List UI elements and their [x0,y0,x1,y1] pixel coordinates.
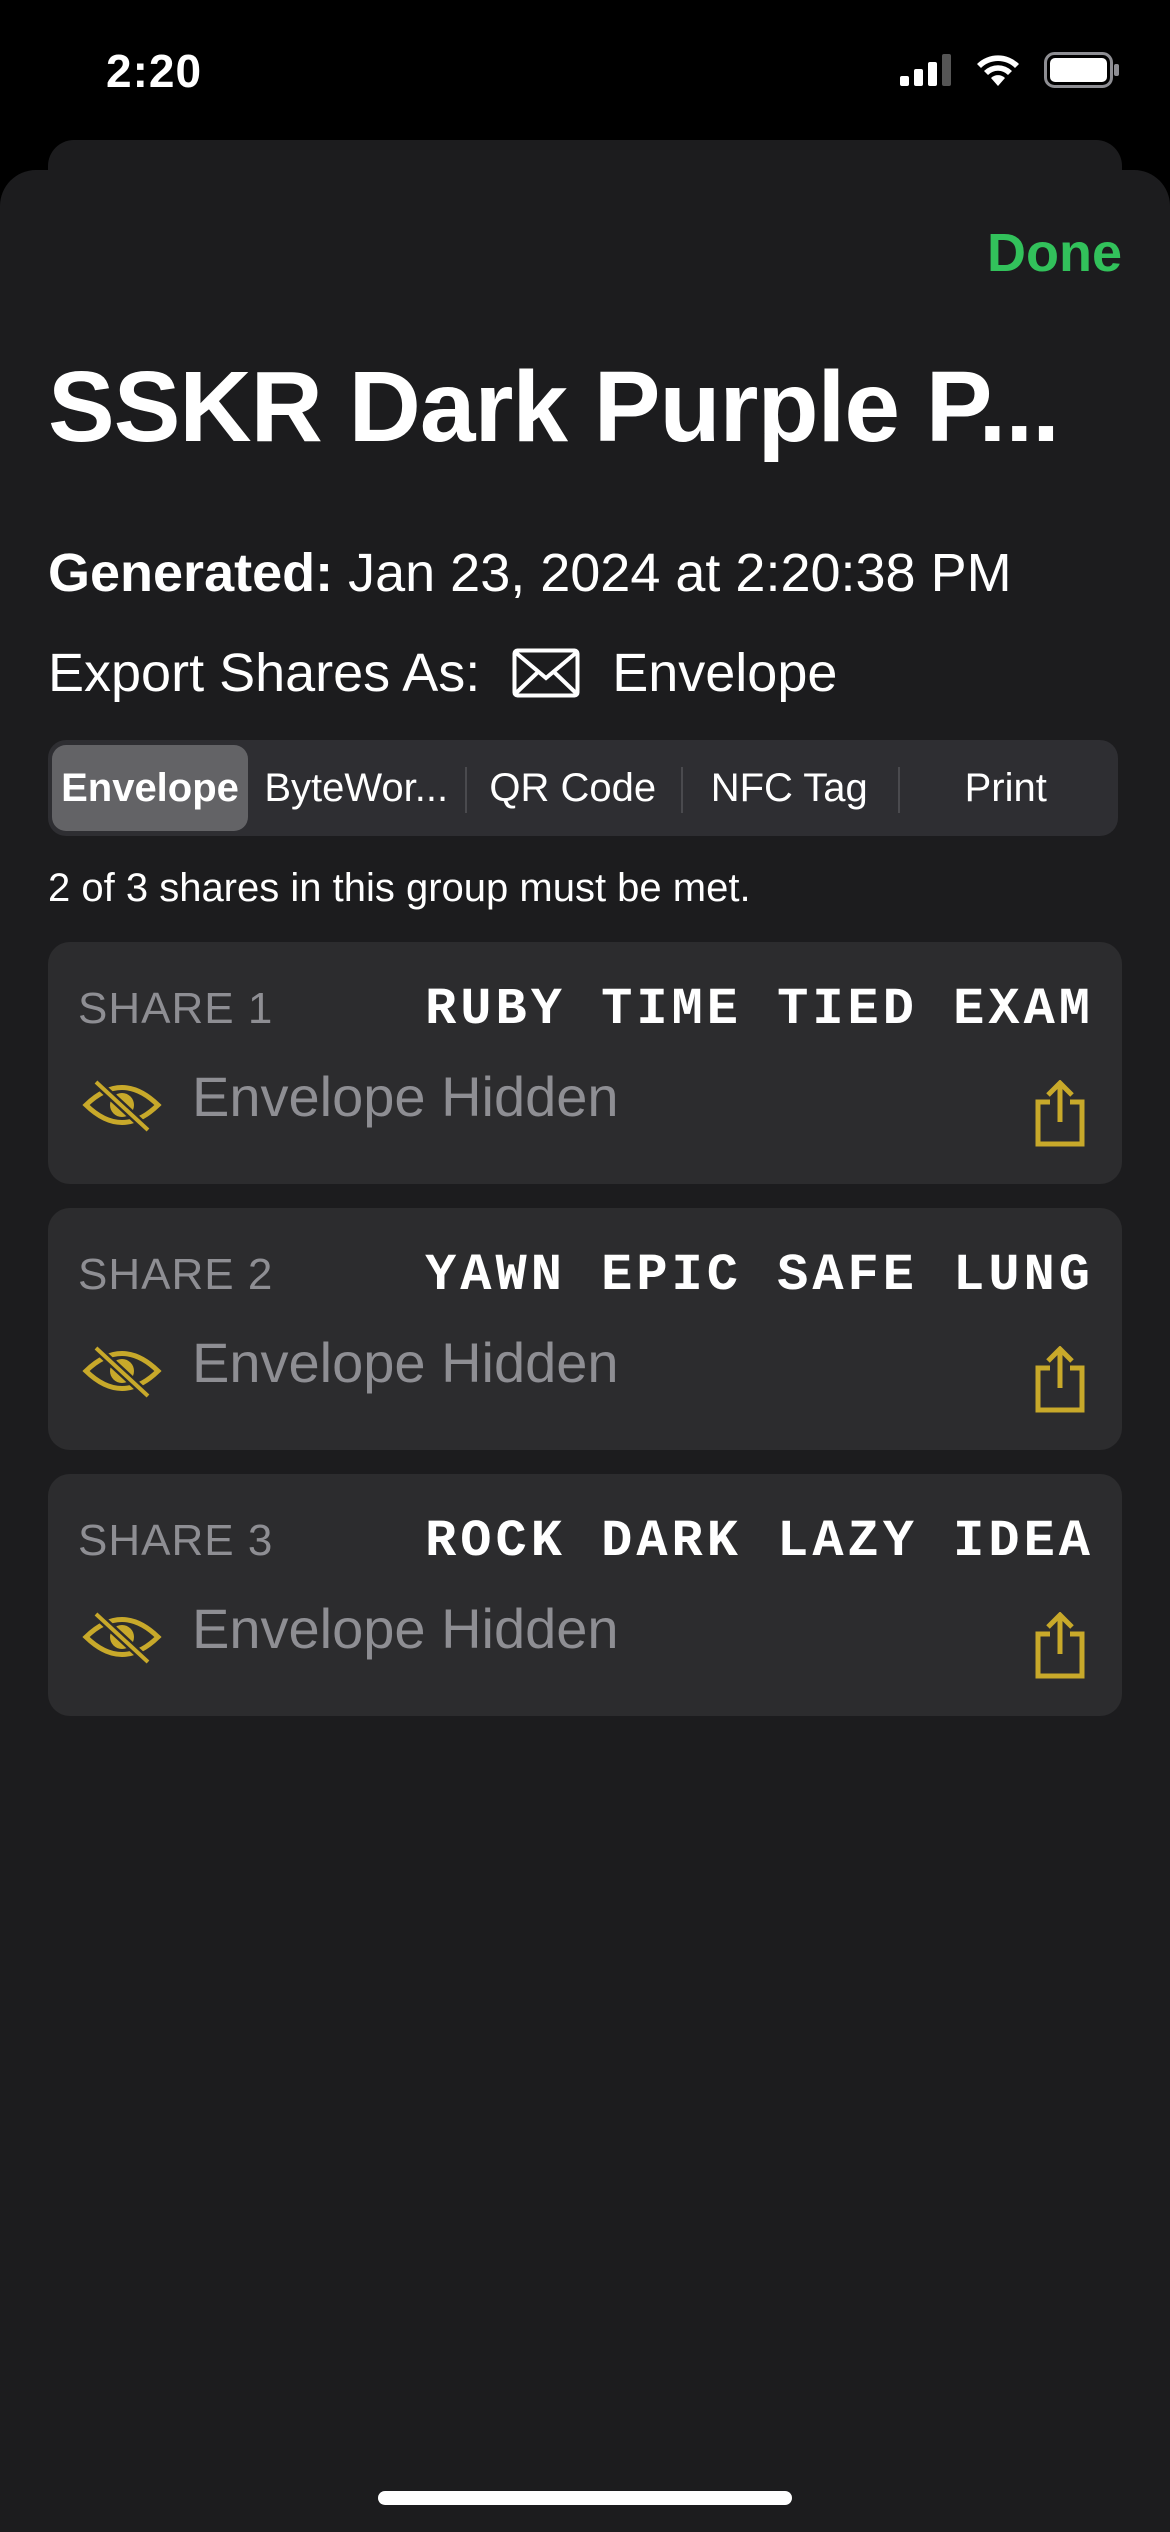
share-card-1: SHARE 1 RUBY TIME TIED EXAM Envelope Hid… [48,942,1122,1184]
wifi-icon [977,55,1019,86]
generated-row: Generated: Jan 23, 2024 at 2:20:38 PM [48,542,1012,604]
battery-icon [1044,52,1119,88]
share-icon[interactable] [1032,1080,1088,1148]
page-title: SSKR Dark Purple P... [48,351,1060,463]
segment-bytewords[interactable]: ByteWor... [248,745,465,831]
status-bar: 2:20 [0,0,1170,150]
home-indicator[interactable] [378,2491,792,2505]
segment-qr-code[interactable]: QR Code [464,745,682,831]
done-button[interactable]: Done [987,222,1122,284]
format-segmented-control[interactable]: Envelope ByteWor... QR Code NFC Tag Prin… [48,740,1118,836]
segment-print[interactable]: Print [897,745,1115,831]
envelope-icon [512,648,580,698]
envelope-status: Envelope Hidden [192,1331,619,1394]
share-icon[interactable] [1032,1612,1088,1680]
eye-slash-icon[interactable] [82,1076,162,1134]
cellular-signal-icon [900,54,951,86]
envelope-status: Envelope Hidden [192,1065,619,1128]
export-label: Export Shares As: [48,643,481,703]
share-words: YAWN EPIC SAFE LUNG [425,1246,1094,1305]
generated-label: Generated: [48,543,334,603]
share-label: SHARE 2 [78,1250,274,1299]
generated-value: Jan 23, 2024 at 2:20:38 PM [348,543,1012,603]
share-words: RUBY TIME TIED EXAM [425,980,1094,1039]
share-card-2: SHARE 2 YAWN EPIC SAFE LUNG Envelope Hid… [48,1208,1122,1450]
share-card-3: SHARE 3 ROCK DARK LAZY IDEA Envelope Hid… [48,1474,1122,1716]
export-format-row: Export Shares As: Envelope [48,642,837,704]
segment-nfc-tag[interactable]: NFC Tag [681,745,898,831]
share-words: ROCK DARK LAZY IDEA [425,1512,1094,1571]
share-icon[interactable] [1032,1346,1088,1414]
status-time: 2:20 [106,45,203,97]
eye-slash-icon[interactable] [82,1342,162,1400]
share-label: SHARE 1 [78,984,274,1033]
status-icons [900,52,1120,88]
envelope-status: Envelope Hidden [192,1597,619,1660]
eye-slash-icon[interactable] [82,1608,162,1666]
threshold-text: 2 of 3 shares in this group must be met. [48,866,751,910]
share-label: SHARE 3 [78,1516,274,1565]
segment-envelope[interactable]: Envelope [52,745,248,831]
export-format-value: Envelope [612,643,838,703]
